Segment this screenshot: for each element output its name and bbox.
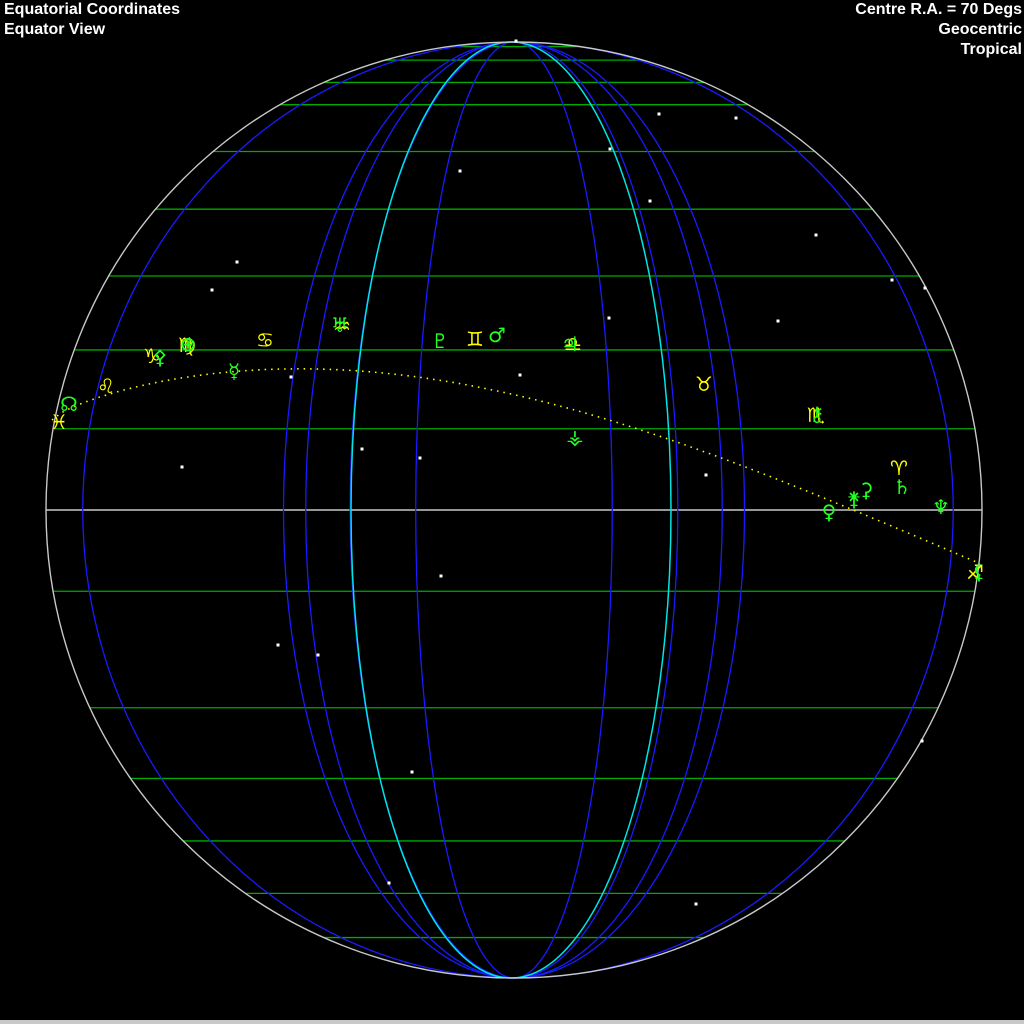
view-mode-label: Equator View [4,21,106,38]
coordinate-grid [45,41,983,979]
star-point [316,653,320,657]
chiron-icon: ⚷ [810,402,825,426]
ecliptic-path [51,367,981,565]
north-node-icon: ☊ [60,392,78,416]
star-point [694,902,698,906]
star-point [180,465,184,469]
juno-icon: ⚵ [847,487,862,511]
celestial-sphere-view[interactable]: ♈♉♊♋♌♍ ♎♏♐♑♒♓♂♀☿♄♅♆♇⚷⚳⚵⚶☊⊕⚸⚴♃ [0,0,1024,1024]
zodiac-leo-icon: ♌ [97,374,115,398]
header-left: Equatorial Coordinates Equator View [4,0,180,40]
star-point [289,375,293,379]
pluto-icon: ♇ [431,329,449,353]
star-point [276,643,280,647]
body-glyphs: ♈♉♊♋♌♍ ♎♏♐♑♒♓♂♀☿♄♅♆♇⚷⚳⚵⚶☊⊕⚸⚴♃ [50,313,986,584]
star-point [920,739,924,743]
star-point [648,199,652,203]
uranus-icon: ♅ [331,313,349,337]
fortune-icon: ⊕ [180,332,197,356]
star-point [890,278,894,282]
star-point [387,881,391,885]
mars-icon: ♂ [488,323,506,347]
zodiac-gemini-icon: ♊ [466,327,484,351]
neptune-icon: ♆ [932,495,950,519]
coordinate-system-label: Equatorial Coordinates [4,1,181,18]
mercury-icon: ☿ [228,359,240,383]
star-point [439,574,443,578]
vesta-icon: ⚶ [567,425,584,449]
star-point [418,456,422,460]
venus-icon: ♀ [822,500,837,524]
star-point [704,473,708,477]
asteroid-icon: ⚴ [153,345,168,369]
star-point [923,286,927,290]
zodiac-cancer-icon: ♋ [256,328,274,352]
star-point [657,112,661,116]
star-point [235,260,239,264]
saturn-icon: ♄ [893,475,911,499]
ecliptic-curve [51,367,981,565]
perspective-label: Geocentric [938,21,1022,38]
star-point [776,319,780,323]
header-right: Centre R.A. = 70 Degs Geocentric Tropica… [855,0,1022,60]
star-point [210,288,214,292]
centre-ra-label: Centre R.A. = 70 Degs [855,1,1022,18]
star-point [814,233,818,237]
star-field [180,39,927,906]
zodiac-label: Tropical [960,41,1022,58]
star-point [607,316,611,320]
window-bottom-border [0,1020,1024,1024]
star-point [458,169,462,173]
star-point [518,373,522,377]
jupiter-icon: ♃ [561,332,579,356]
lilith-icon: ⚸ [972,560,987,584]
star-point [360,447,364,451]
zodiac-taurus-icon: ♉ [695,372,713,396]
star-point [514,39,518,43]
star-point [608,147,612,151]
star-point [734,116,738,120]
star-point [410,770,414,774]
